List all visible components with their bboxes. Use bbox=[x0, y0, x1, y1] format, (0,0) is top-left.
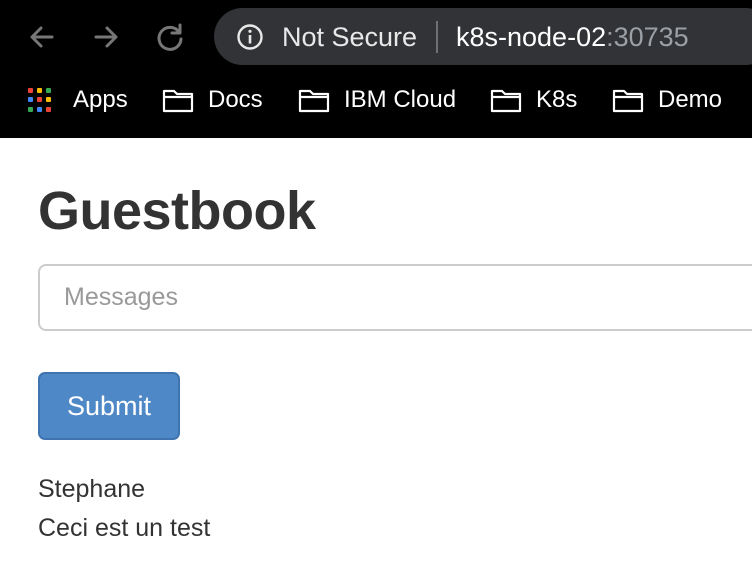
guestbook-entry: Stephane bbox=[38, 475, 146, 503]
folder-icon bbox=[162, 89, 194, 113]
folder-icon bbox=[612, 89, 644, 113]
url-text[interactable]: k8s-node-02:30735 bbox=[456, 21, 689, 53]
back-button[interactable] bbox=[22, 17, 62, 57]
message-input[interactable] bbox=[38, 264, 752, 331]
folder-icon bbox=[298, 89, 330, 113]
address-bar[interactable]: Not Secure k8s-node-02:30735 bbox=[214, 8, 752, 65]
folder-icon bbox=[490, 89, 522, 113]
url-port: :30735 bbox=[606, 22, 689, 52]
guestbook-entries: Stephane Ceci est un test bbox=[38, 470, 210, 548]
bookmark-label: IBM Cloud bbox=[344, 86, 457, 113]
guestbook-entry: Ceci est un test bbox=[38, 514, 211, 542]
bookmark-label: Demo bbox=[658, 86, 723, 113]
bookmark-apps[interactable]: Apps bbox=[28, 83, 128, 117]
url-host: k8s-node-02 bbox=[456, 22, 607, 52]
forward-button[interactable] bbox=[86, 17, 126, 57]
security-status-label[interactable]: Not Secure bbox=[282, 21, 417, 53]
bookmark-label: Apps bbox=[73, 86, 128, 113]
forward-arrow-icon bbox=[94, 26, 118, 48]
apps-grid-icon bbox=[28, 87, 53, 113]
bookmark-label: Docs bbox=[208, 86, 263, 113]
address-separator bbox=[436, 21, 438, 53]
submit-button[interactable]: Submit bbox=[38, 372, 180, 440]
bookmark-demo[interactable]: Demo bbox=[612, 83, 722, 117]
reload-icon bbox=[157, 23, 183, 51]
bookmark-label: K8s bbox=[536, 86, 578, 113]
bookmark-k8s[interactable]: K8s bbox=[490, 83, 577, 117]
bookmark-docs[interactable]: Docs bbox=[162, 83, 263, 117]
info-icon[interactable] bbox=[236, 23, 264, 51]
page-title: Guestbook bbox=[38, 181, 316, 241]
back-arrow-icon bbox=[30, 26, 54, 48]
bookmarks-bar: Apps Docs IBM Cloud K8s Demo bbox=[0, 75, 752, 138]
reload-button[interactable] bbox=[150, 17, 190, 57]
browser-toolbar: Not Secure k8s-node-02:30735 bbox=[0, 0, 752, 75]
bookmark-ibm-cloud[interactable]: IBM Cloud bbox=[298, 83, 456, 117]
